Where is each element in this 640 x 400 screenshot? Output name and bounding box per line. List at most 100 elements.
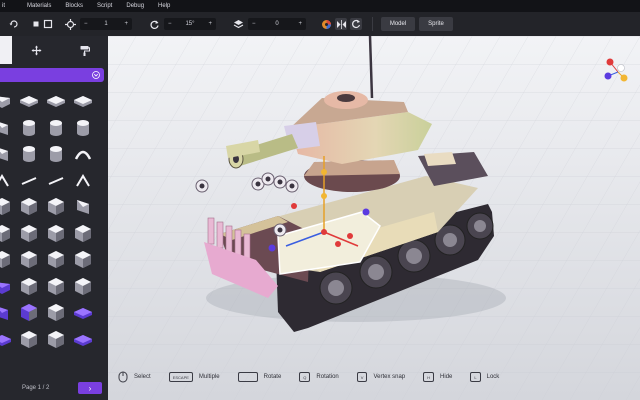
block-item[interactable] — [0, 168, 14, 192]
block-item[interactable] — [71, 194, 95, 218]
block-item[interactable] — [0, 115, 14, 139]
tab-paint[interactable] — [60, 36, 108, 64]
mode-sprite-button[interactable]: Sprite — [419, 17, 453, 31]
block-item[interactable] — [17, 247, 41, 271]
key-space — [237, 372, 258, 382]
block-item[interactable] — [0, 88, 14, 112]
block-item[interactable] — [44, 247, 68, 271]
paint-roller-icon — [80, 45, 90, 56]
hint-multiple: ESCAPE Multiple — [168, 372, 220, 382]
block-item[interactable] — [0, 194, 14, 218]
tab-select[interactable] — [0, 36, 12, 64]
minus-icon[interactable]: − — [84, 21, 88, 27]
position-stepper[interactable]: − 1 + — [80, 18, 132, 30]
block-item[interactable] — [71, 115, 95, 139]
block-item[interactable] — [71, 168, 95, 192]
menu-item-debug[interactable]: Debug — [126, 3, 144, 9]
block-item[interactable] — [0, 141, 14, 165]
block-item[interactable] — [71, 88, 95, 112]
block-item[interactable] — [44, 141, 68, 165]
block-item[interactable] — [71, 274, 95, 298]
mirror-icon[interactable] — [335, 18, 347, 30]
select-small-icon[interactable] — [30, 18, 42, 30]
hint-hide: H Hide — [423, 372, 452, 382]
menu-item-help[interactable]: Help — [158, 3, 170, 9]
block-item[interactable] — [17, 194, 41, 218]
block-item[interactable] — [44, 194, 68, 218]
hint-rotation: Q Rotation — [299, 372, 339, 382]
block-item[interactable] — [71, 300, 95, 324]
plus-icon[interactable]: + — [208, 21, 212, 27]
page-label: Page 1 / 2 — [22, 385, 50, 391]
block-item[interactable] — [44, 327, 68, 351]
key-q: Q — [299, 372, 311, 382]
block-item[interactable] — [17, 115, 41, 139]
block-item[interactable] — [71, 327, 95, 351]
block-item[interactable] — [17, 141, 41, 165]
editor-window: it Materials Blocks Script Debug Help − … — [0, 0, 640, 400]
shortcut-hints: Select ESCAPE Multiple Rotate Q Rotation… — [118, 369, 517, 385]
plus-icon[interactable]: + — [298, 21, 302, 27]
block-item[interactable] — [0, 247, 14, 271]
minus-icon[interactable]: − — [252, 21, 256, 27]
block-item[interactable] — [0, 327, 14, 351]
block-item[interactable] — [44, 168, 68, 192]
block-palette-panel: Page 1 / 2 › — [0, 36, 108, 400]
block-item[interactable] — [44, 88, 68, 112]
scale-value[interactable]: 0 — [275, 21, 278, 27]
hint-select: Select — [118, 371, 151, 383]
undo-icon[interactable] — [8, 18, 20, 30]
block-item[interactable] — [71, 247, 95, 271]
next-page-button[interactable]: › — [78, 382, 102, 394]
hint-lock: L Lock — [470, 372, 499, 382]
block-item[interactable] — [44, 221, 68, 245]
key-escape: ESCAPE — [168, 372, 193, 382]
key-h: H — [423, 372, 435, 382]
palette-tabs — [0, 36, 108, 64]
color-wheel-icon[interactable] — [320, 18, 332, 30]
block-item[interactable] — [0, 221, 14, 245]
refresh-icon[interactable] — [350, 18, 362, 30]
position-icon[interactable] — [64, 18, 76, 30]
category-dropdown[interactable] — [0, 68, 104, 82]
hint-label: Select — [134, 374, 151, 380]
position-value[interactable]: 1 — [104, 21, 107, 27]
block-item[interactable] — [44, 115, 68, 139]
key-l: L — [470, 372, 481, 382]
rotation-stepper[interactable]: − 15° + — [164, 18, 216, 30]
toolbar: − 1 + − 15° + − 0 + Model Sprite — [0, 12, 640, 36]
rotate-icon[interactable] — [148, 18, 160, 30]
block-item[interactable] — [71, 141, 95, 165]
block-item[interactable] — [17, 168, 41, 192]
block-item[interactable] — [17, 300, 41, 324]
block-item[interactable] — [71, 221, 95, 245]
tab-move[interactable] — [12, 36, 60, 64]
rotation-value[interactable]: 15° — [185, 21, 194, 27]
hint-label: Multiple — [198, 374, 220, 380]
menu-item-script[interactable]: Script — [97, 3, 112, 9]
mouse-icon — [118, 371, 128, 383]
plus-icon[interactable]: + — [124, 21, 128, 27]
block-item[interactable] — [44, 274, 68, 298]
block-item[interactable] — [17, 221, 41, 245]
hint-label: Vertex snap — [373, 374, 406, 380]
block-item[interactable] — [0, 274, 14, 298]
block-item[interactable] — [17, 274, 41, 298]
viewport-canvas[interactable] — [108, 36, 640, 400]
menu-item-edit[interactable]: it — [2, 3, 5, 9]
layers-icon[interactable] — [232, 18, 244, 30]
move-icon — [31, 45, 41, 55]
menu-item-blocks[interactable]: Blocks — [65, 3, 83, 9]
hint-label: Hide — [440, 374, 453, 380]
scale-stepper[interactable]: − 0 + — [248, 18, 306, 30]
menu-item-materials[interactable]: Materials — [27, 3, 51, 9]
select-box-icon[interactable] — [42, 18, 54, 30]
block-item[interactable] — [44, 300, 68, 324]
block-item[interactable] — [17, 88, 41, 112]
block-item[interactable] — [0, 300, 14, 324]
3d-viewport[interactable] — [108, 36, 640, 400]
block-item[interactable] — [17, 327, 41, 351]
key-v: V — [356, 372, 368, 382]
minus-icon[interactable]: − — [168, 21, 172, 27]
mode-model-button[interactable]: Model — [381, 17, 415, 31]
